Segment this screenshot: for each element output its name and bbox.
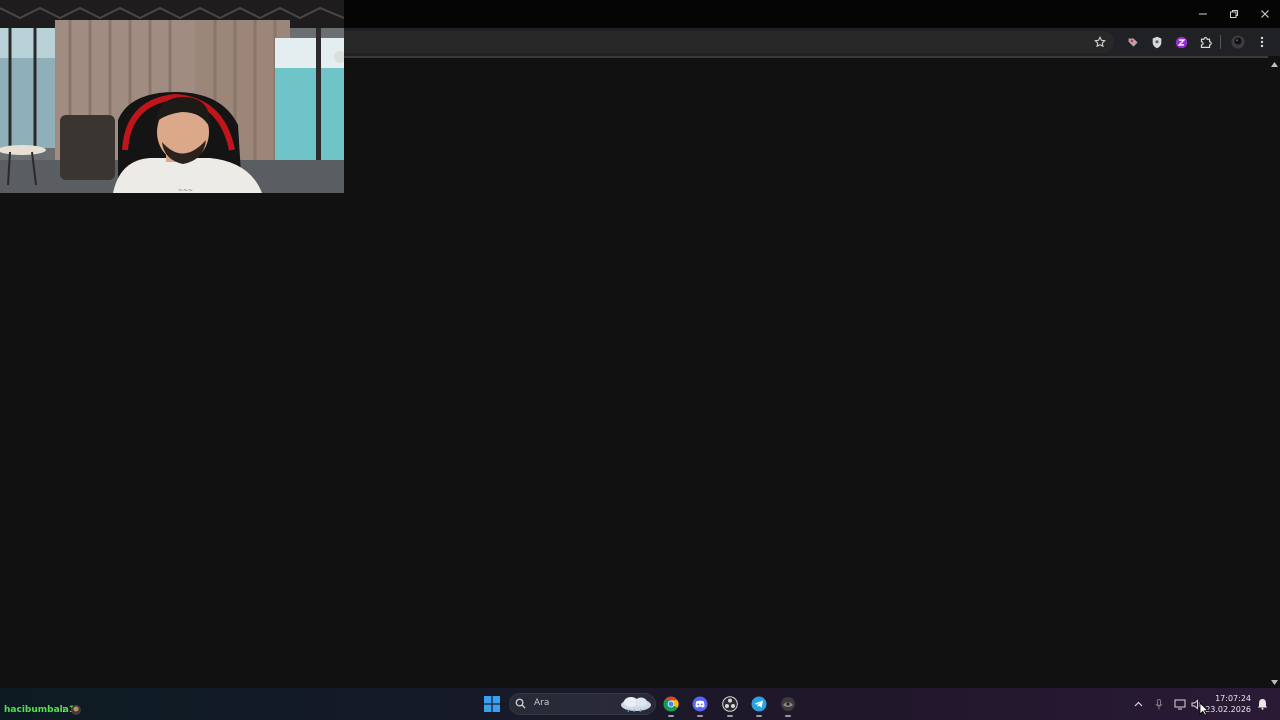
chat-colon: :: [62, 705, 66, 715]
star-icon: [1094, 36, 1106, 48]
weather-widget-icon[interactable]: [619, 695, 653, 712]
chrome-running-indicator: [668, 715, 674, 717]
extensions-puzzle-button[interactable]: [1196, 33, 1214, 51]
chevron-up-icon: [1134, 701, 1142, 707]
webcam-overlay: ~~~: [0, 0, 344, 193]
search-icon: [515, 698, 526, 709]
chrome-menu-button[interactable]: [1253, 33, 1271, 51]
discord-running-indicator: [697, 715, 703, 717]
restore-icon: [1229, 10, 1238, 18]
notification-bell-icon: [1257, 699, 1267, 710]
taskbar-telegram-button[interactable]: [749, 694, 769, 714]
taskbar-discord-button[interactable]: [690, 694, 710, 714]
game-app-icon: [781, 697, 795, 711]
window-controls: [1187, 0, 1280, 28]
taskbar-clock-time[interactable]: 17:07:24: [1215, 694, 1251, 703]
profile-avatar-icon: [1231, 35, 1245, 49]
minimize-icon: [1198, 13, 1207, 15]
svg-text:~~~: ~~~: [178, 187, 193, 193]
webcam-scene-image: ~~~: [0, 0, 344, 193]
microphone-icon: [1155, 698, 1163, 709]
game-app-running-indicator: [785, 715, 791, 717]
restore-button[interactable]: [1218, 0, 1249, 28]
toolbar-separator: [1220, 35, 1221, 49]
puzzle-extensions-icon: [1200, 36, 1212, 48]
taskbar-clock-date[interactable]: 23.02.2026: [1205, 705, 1251, 714]
taskbar-chrome-button[interactable]: [661, 694, 681, 714]
start-button[interactable]: [482, 694, 502, 714]
profile-avatar-button[interactable]: [1229, 33, 1247, 51]
notifications-button[interactable]: [1254, 696, 1270, 712]
scroll-up-arrow-icon[interactable]: [1270, 60, 1278, 68]
scroll-down-arrow-icon[interactable]: [1270, 678, 1278, 686]
obs-icon: [722, 696, 738, 712]
chat-emote-icon: [71, 705, 81, 715]
search-placeholder: Ara: [534, 698, 550, 708]
discord-icon: [692, 696, 708, 712]
obs-running-indicator: [727, 715, 733, 717]
kebab-menu-icon: [1260, 36, 1264, 48]
chrome-icon: [663, 696, 679, 712]
minimize-button[interactable]: [1187, 0, 1218, 28]
taskbar-obs-button[interactable]: [720, 694, 740, 714]
address-bar[interactable]: [344, 31, 1114, 53]
taskbar-game-app-button[interactable]: [778, 694, 798, 714]
page-top-border: [344, 56, 1268, 58]
shield-extension-icon: [1152, 36, 1162, 48]
tag-extension-button[interactable]: [1124, 33, 1142, 51]
network-icon: [1174, 699, 1186, 709]
bookmark-star-button[interactable]: [1091, 33, 1109, 51]
show-hidden-icons-button[interactable]: [1130, 696, 1146, 712]
close-button[interactable]: [1249, 0, 1280, 28]
extensions-row: [1124, 33, 1277, 51]
telegram-icon: [751, 696, 767, 712]
microphone-tray-button[interactable]: [1151, 696, 1167, 712]
close-icon: [1260, 10, 1269, 18]
mouse-cursor-icon: [1199, 702, 1209, 716]
windows-start-icon: [484, 696, 500, 712]
tag-extension-icon: [1128, 37, 1138, 47]
purple-extension-button[interactable]: [1172, 33, 1190, 51]
purple-extension-icon: [1175, 36, 1187, 48]
vertical-scrollbar[interactable]: [1268, 56, 1280, 688]
network-tray-button[interactable]: [1172, 696, 1188, 712]
shield-extension-button[interactable]: [1148, 33, 1166, 51]
telegram-running-indicator: [756, 715, 762, 717]
